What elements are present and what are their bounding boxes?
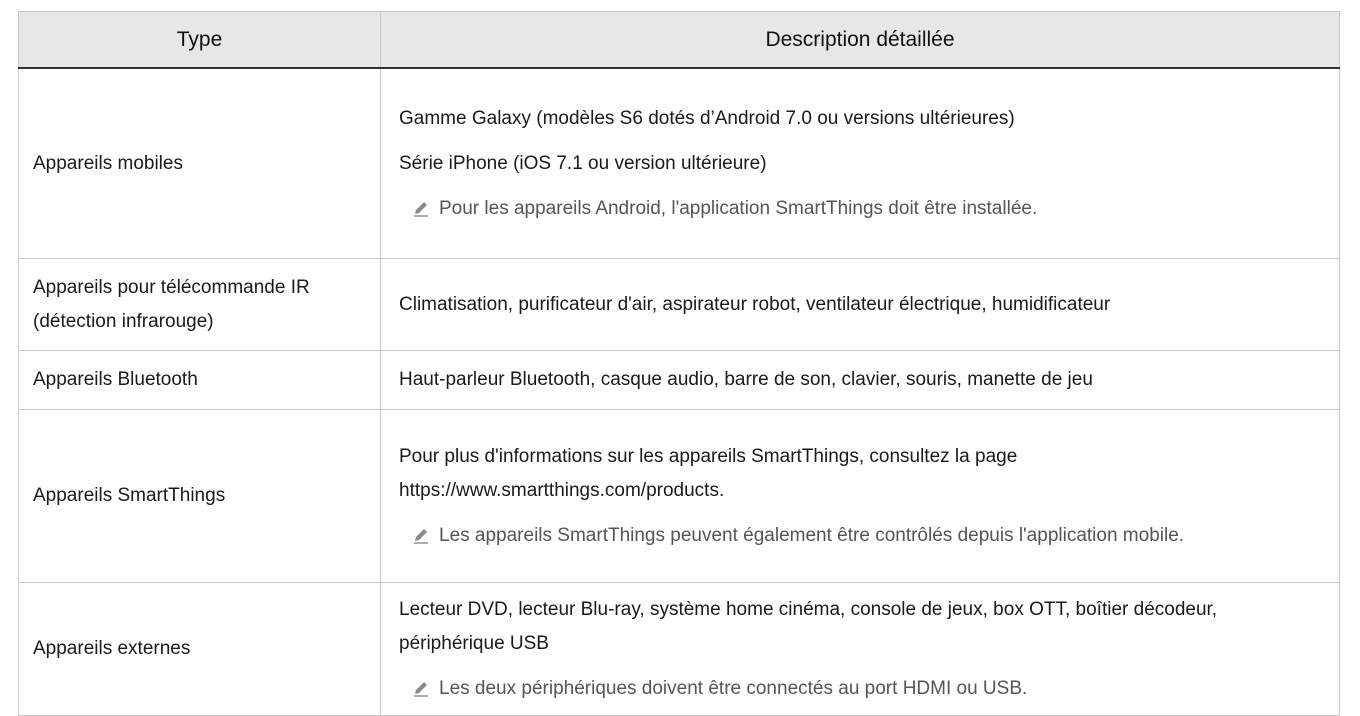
type-cell: Appareils Bluetooth (18, 350, 381, 410)
description-line: Gamme Galaxy (modèles S6 dotés d’Android… (399, 107, 1015, 129)
table-row: Appareils SmartThings Pour plus d'inform… (18, 409, 1340, 583)
type-cell: Appareils pour télécommande IR (détectio… (18, 258, 381, 351)
header-description: Description détaillée (380, 11, 1340, 69)
table-row: Appareils pour télécommande IR (détectio… (18, 258, 1340, 351)
table-row: Appareils mobiles Gamme Galaxy (modèles … (18, 67, 1340, 259)
note-text: Les appareils SmartThings peuvent égalem… (439, 524, 1185, 546)
description-cell: Climatisation, purificateur d'air, aspir… (380, 258, 1340, 351)
description-cell: Haut-parleur Bluetooth, casque audio, ba… (380, 350, 1340, 410)
note: Pour les appareils Android, l'applicatio… (399, 192, 1325, 226)
type-cell: Appareils externes (18, 582, 381, 716)
header-type: Type (18, 11, 381, 69)
pencil-note-icon (414, 681, 428, 697)
note: Les deux périphériques doivent être conn… (399, 672, 1325, 706)
description-line: Série iPhone (iOS 7.1 ou version ultérie… (399, 152, 767, 174)
pencil-note-icon (414, 201, 428, 217)
type-cell: Appareils SmartThings (18, 409, 381, 583)
note-text: Pour les appareils Android, l'applicatio… (439, 197, 1038, 219)
table-header-row: Type Description détaillée (18, 11, 1340, 69)
description-line: Climatisation, purificateur d'air, aspir… (399, 293, 1111, 315)
description-cell: Gamme Galaxy (modèles S6 dotés d’Android… (380, 67, 1340, 259)
description-line: Haut-parleur Bluetooth, casque audio, ba… (399, 369, 1093, 390)
table-row: Appareils externes Lecteur DVD, lecteur … (18, 582, 1340, 716)
device-types-table: Type Description détaillée Appareils mob… (18, 11, 1340, 716)
pencil-note-icon (414, 528, 428, 544)
description-cell: Pour plus d'informations sur les apparei… (380, 409, 1340, 583)
note: Les appareils SmartThings peuvent égalem… (399, 519, 1325, 553)
description-line: Lecteur DVD, lecteur Blu-ray, système ho… (399, 598, 1218, 654)
description-line: Pour plus d'informations sur les apparei… (399, 445, 1018, 501)
type-cell: Appareils mobiles (18, 67, 381, 259)
note-text: Les deux périphériques doivent être conn… (439, 677, 1028, 699)
table-row: Appareils Bluetooth Haut-parleur Bluetoo… (18, 350, 1340, 410)
description-cell: Lecteur DVD, lecteur Blu-ray, système ho… (380, 582, 1340, 716)
